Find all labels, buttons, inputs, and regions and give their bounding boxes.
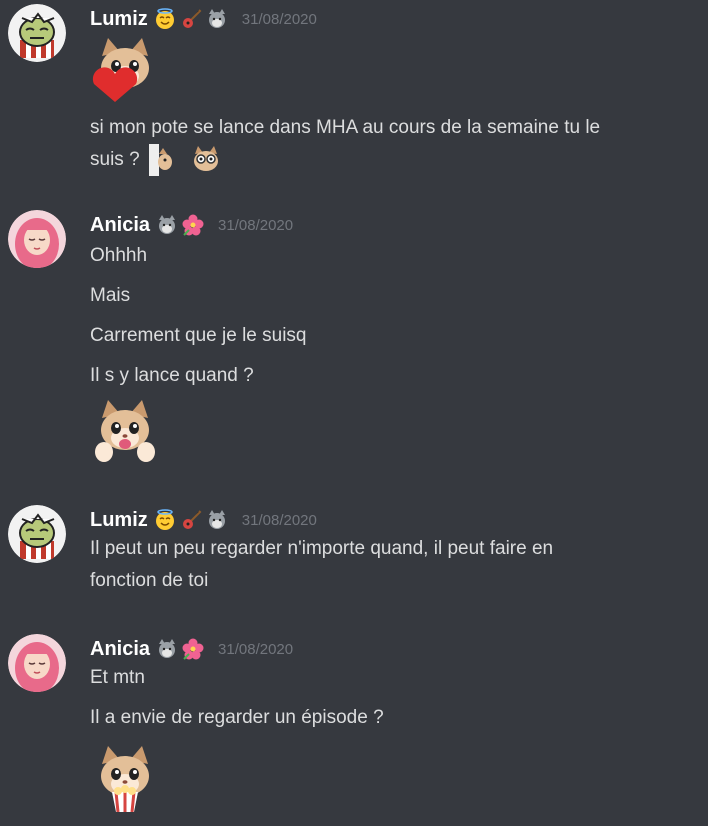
wolf-icon [156, 214, 178, 236]
hibiscus-icon [182, 214, 204, 236]
message-text: Carrement que je le suisq [90, 325, 307, 346]
message-text: fonction de toi [90, 570, 209, 591]
avatar[interactable] [8, 634, 66, 692]
message-header: Anicia 31/08/2020 [90, 634, 293, 664]
message-text: Il a envie de regarder un épisode ? [90, 707, 384, 728]
angel-smile-icon [154, 8, 176, 30]
message-header: Lumiz 31/08/2020 [90, 505, 317, 535]
guitar-icon [180, 509, 202, 531]
message-text: si mon pote se lance dans MHA au cours d… [90, 117, 601, 138]
message-text: Il peut un peu regarder n'importe quand,… [90, 538, 554, 559]
message-text: Mais [90, 285, 131, 306]
cat-popcorn-sticker[interactable] [90, 742, 160, 812]
timestamp: 31/08/2020 [218, 216, 294, 234]
message-text: Et mtn [90, 667, 145, 688]
username[interactable]: Anicia [90, 638, 150, 661]
timestamp: 31/08/2020 [241, 10, 317, 28]
message-text: Ohhhh [90, 245, 148, 266]
cat-peek-icon [148, 144, 181, 176]
username[interactable]: Lumiz [90, 8, 148, 31]
username[interactable]: Lumiz [90, 509, 148, 532]
wolf-icon [156, 638, 178, 660]
angel-smile-icon [154, 509, 176, 531]
username[interactable]: Anicia [90, 214, 150, 237]
message-header: Anicia 31/08/2020 [90, 210, 293, 240]
avatar[interactable] [8, 505, 66, 563]
guitar-icon [180, 8, 202, 30]
wolf-icon [206, 509, 228, 531]
avatar[interactable] [8, 4, 66, 62]
message-text: Il s y lance quand ? [90, 365, 254, 386]
wolf-icon [206, 8, 228, 30]
message-text-line: suis ? [90, 144, 222, 176]
timestamp: 31/08/2020 [241, 511, 317, 529]
timestamp: 31/08/2020 [218, 640, 294, 658]
cat-heart-sticker[interactable] [90, 34, 160, 104]
avatar[interactable] [8, 210, 66, 268]
cat-glasses-icon [190, 144, 222, 176]
message-header: Lumiz 31/08/2020 [90, 4, 317, 34]
cat-excited-sticker[interactable] [90, 396, 160, 466]
hibiscus-icon [182, 638, 204, 660]
message-text: suis ? [90, 149, 140, 171]
